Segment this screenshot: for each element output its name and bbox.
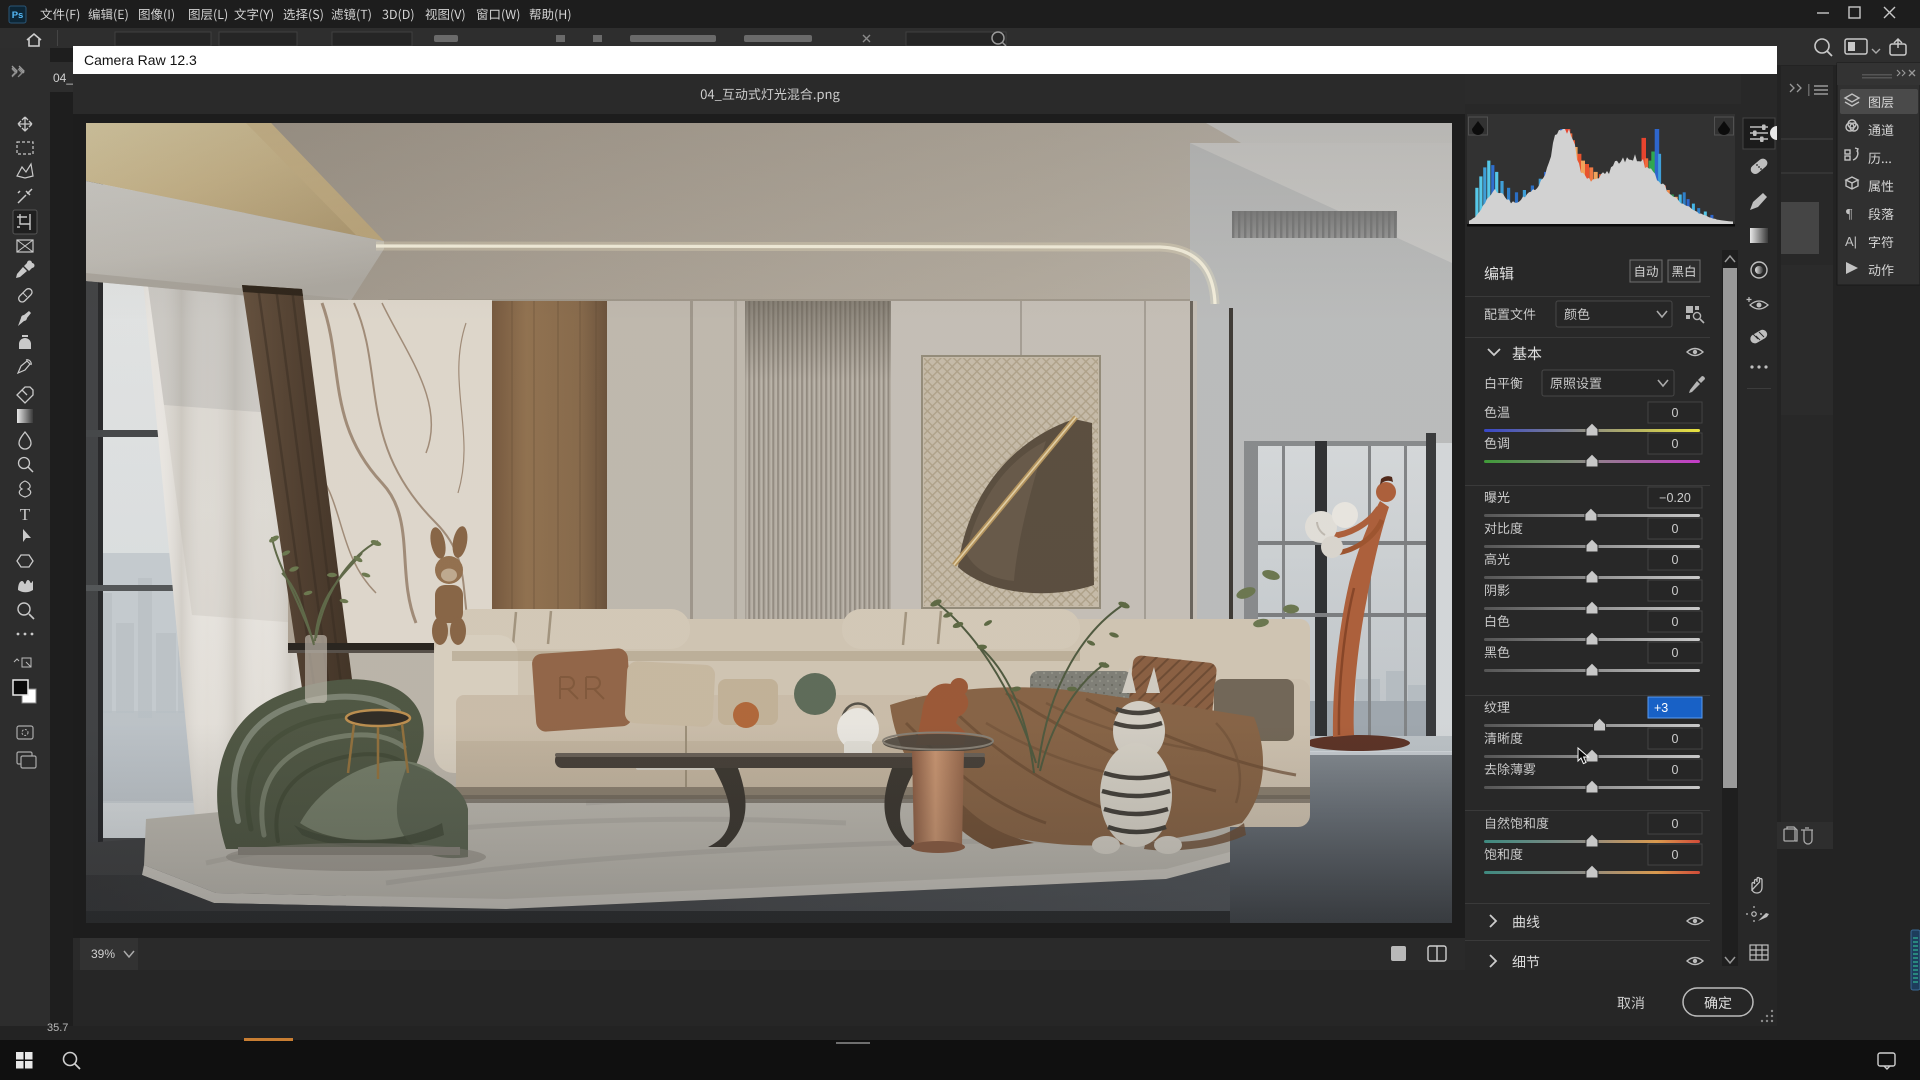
svg-text:0: 0 xyxy=(1672,646,1679,660)
svg-text:Camera Raw 12.3: Camera Raw 12.3 xyxy=(84,52,197,68)
svg-text:0: 0 xyxy=(1672,817,1679,831)
svg-text:0: 0 xyxy=(1672,584,1679,598)
svg-text:0: 0 xyxy=(1672,615,1679,629)
svg-text:0: 0 xyxy=(1672,553,1679,567)
svg-text:A|: A| xyxy=(1845,234,1857,249)
svg-text:Ps: Ps xyxy=(12,10,24,21)
svg-text:0: 0 xyxy=(1672,522,1679,536)
svg-text:0: 0 xyxy=(1672,406,1679,420)
svg-text:T: T xyxy=(20,505,31,524)
svg-text:−0.20: −0.20 xyxy=(1659,491,1691,505)
svg-text:35.7: 35.7 xyxy=(47,1022,68,1034)
svg-text:0: 0 xyxy=(1672,763,1679,777)
svg-text:04_: 04_ xyxy=(53,71,73,85)
svg-text:39%: 39% xyxy=(91,947,115,961)
svg-text:+3: +3 xyxy=(1654,701,1668,715)
svg-text:¶: ¶ xyxy=(1846,207,1853,222)
svg-text:0: 0 xyxy=(1672,732,1679,746)
svg-text:0: 0 xyxy=(1672,437,1679,451)
svg-text:0: 0 xyxy=(1672,848,1679,862)
